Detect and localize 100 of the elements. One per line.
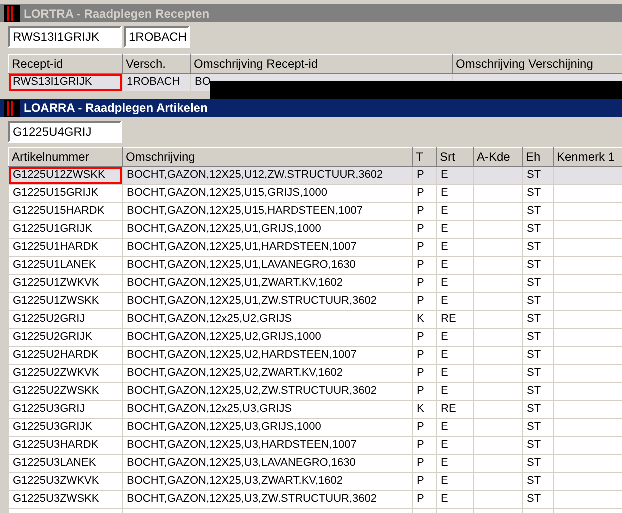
table-cell-text: G1225U2GRIJK [12,330,94,346]
table-cell-text: K [416,402,426,418]
table-row[interactable]: G1225U2GRIJ BOCHT,GAZON,12x25,U2,GRIJS K RE ST [8,310,622,328]
table-cell-text: G1225U2GRIJ [12,312,86,328]
column-header[interactable]: Versch. [122,54,190,74]
table-cell-text: BOCHT,GAZON,12X25,U12,ZW.STRUCTUUR,3602 [126,168,384,184]
table-row[interactable]: G1225U1ZWSKK BOCHT,GAZON,12X25,U1,ZW.STRUCTUUR,3602 P E ST [8,292,622,310]
window-title: LORTRA - Raadplegen Recepten [24,6,210,22]
table-cell-text: ST [526,420,542,436]
table-cell-text: ST [526,204,542,220]
table-cell-text: ST [526,330,542,346]
table-row[interactable]: G1225U3HARDK BOCHT,GAZON,12X25,U3,HARDSTEEN,1007 P E ST [8,436,622,454]
table-cell-text: RE [440,312,458,328]
table-cell-text: BOCHT,GAZON,12X25,U15,HARDSTEEN,1007 [126,204,364,220]
table-row[interactable]: G1225U2GRIJK BOCHT,GAZON,12X25,U2,GRIJS,1000 P E ST [8,328,622,346]
table-cell: RWS13I1GRIJK [10,74,122,90]
column-header[interactable]: Kenmerk 1 [554,148,622,166]
table-cell-text: ST [526,366,542,382]
table-row[interactable]: G1225U3GRIJK BOCHT,GAZON,12X25,U3,GRIJS,1000 P E ST [8,418,622,436]
table-row[interactable]: G1225U3GRIJ BOCHT,GAZON,12x25,U3,GRIJS K RE ST [8,400,622,418]
table-cell-text: ST [526,240,542,256]
table-cell-text: G1225U3GRIJK [12,420,94,436]
column-header[interactable]: Recept-id [8,54,122,74]
input-field[interactable]: 1ROBACH [124,26,190,48]
table-cell-text: ST [526,438,542,454]
table-row[interactable]: G1225U3ZWKVK BOCHT,GAZON,12X25,U3,ZWART.KV,1602 P E ST [8,472,622,490]
table-cell-text: G1225U3LANEK [12,456,98,472]
table-row[interactable]: G1225U1LANEK BOCHT,GAZON,12X25,U1,LAVANEGRO,1630 P E ST [8,256,622,274]
table-cell-text: E [440,384,450,400]
table-cell-text: G1225U1LANEK [12,258,98,274]
table-cell-text: BOCHT,GAZON,12X25,U1,LAVANEGRO,1630 [126,258,357,274]
table-cell-text: E [440,366,450,382]
table-cell-text: ST [526,312,542,328]
column-header[interactable]: Omschrijving [122,148,412,166]
table-cell-text: G1225U3ZWKVK [12,474,100,490]
table-cell-text: BOCHT,GAZON,12X25,U1,HARDSTEEN,1007 [126,240,358,256]
table-cell-text: ST [526,492,542,508]
table-cell-text: 1ROBACH [126,75,182,90]
table-cell-text: E [440,474,450,490]
table-row[interactable]: G1225U1HARDK BOCHT,GAZON,12X25,U1,HARDSTEEN,1007 P E ST [8,238,622,256]
table-cell-text: G1225U3ZWSKK [12,492,100,508]
table-cell-text: BOCHT,GAZON,12X25,U2,HARDSTEEN,1007 [126,348,358,364]
column-header[interactable]: T [412,148,436,166]
column-header[interactable]: Omschrijving Verschijning [452,54,622,74]
column-header[interactable]: Srt [436,148,474,166]
table-cell-text: BOCHT,GAZON,12X25,U3,GRIJS,1000 [126,420,322,436]
table-row[interactable]: G1225U2HARDK BOCHT,GAZON,12X25,U2,HARDSTEEN,1007 P E ST [8,346,622,364]
table-row[interactable]: G1225U1GRIJK BOCHT,GAZON,12X25,U1,GRIJS,1000 P E ST [8,220,622,238]
table-cell-text: BOCHT,GAZON,12X25,U2,ZWART.KV,1602 [126,366,344,382]
table-row[interactable]: G1225U3LANEK BOCHT,GAZON,12X25,U3,LAVANEGRO,1630 P E ST [8,454,622,472]
table-cell-text: E [440,348,450,364]
table-cell-text: BOCHT,GAZON,12X25,U1,ZW.STRUCTUUR,3602 [126,294,378,310]
table-cell-text: BOCHT,GAZON,12x25,U3,GRIJS [126,402,294,418]
table-row[interactable]: G1225U15GRIJK BOCHT,GAZON,12X25,U15,GRIJS,1000 P E ST [8,184,622,202]
table-cell-text: BOCHT,GAZON,12X25,U3,HARDSTEEN,1007 [126,438,358,454]
table-cell-text: BOCHT,GAZON,12X25,U2,GRIJS,1000 [126,330,322,346]
input-field[interactable]: RWS13I1GRIJK [8,26,122,48]
table-cell-text: E [440,330,450,346]
table-cell-text: ST [526,474,542,490]
app-icon [4,100,20,116]
table-cell-text: E [440,294,450,310]
table-cell-text: P [416,240,426,256]
table-row[interactable]: G1225U1ZWKVK BOCHT,GAZON,12X25,U1,ZWART.KV,1602 P E ST [8,274,622,292]
table-row[interactable]: G1225U3ZWSKK BOCHT,GAZON,12X25,U3,ZW.STRUCTUUR,3602 P E ST [8,490,622,508]
table-cell-text: BO [194,75,212,90]
table-row[interactable]: G1225U2ZWKVK BOCHT,GAZON,12X25,U2,ZWART.KV,1602 P E ST [8,364,622,382]
table-cell-text: E [440,240,450,256]
table-cell-text: G1225U1ZWKVK [12,276,100,292]
table-cell-text: G1225U3HARDK [12,438,100,454]
table-cell-text: ST [526,384,542,400]
table-cell-text: E [440,222,450,238]
table-cell-text: ST [526,348,542,364]
table-row[interactable]: G1225U12ZWSKK BOCHT,GAZON,12X25,U12,ZW.STRUCTUUR,3602 P E ST [8,166,622,184]
table-cell-text: P [416,348,426,364]
table-cell-text: ST [526,186,542,202]
app-icon [4,5,20,22]
table-cell-text: G1225U1HARDK [12,240,100,256]
table-cell-text: E [440,204,450,220]
table-row[interactable]: G1225U2ZWSKK BOCHT,GAZON,12X25,U2,ZW.STRUCTUUR,3602 P E ST [8,382,622,400]
input-field[interactable]: G1225U4GRIJ [8,121,122,143]
column-header[interactable]: Artikelnummer [8,148,122,166]
table-cell-text: P [416,186,426,202]
table-cell-text: P [416,492,426,508]
table-cell-text: P [416,276,426,292]
table-cell-text: BOCHT,GAZON,12X25,U2,ZW.STRUCTUUR,3602 [126,384,378,400]
table-cell-text: G1225U3GRIJ [12,402,86,418]
column-header[interactable]: A-Kde [474,148,522,166]
table-cell-text: G1225U15GRIJK [12,186,100,202]
table-cell-text: BOCHT,GAZON,12X25,U1,ZWART.KV,1602 [126,276,344,292]
column-header[interactable]: Eh [522,148,554,166]
table-cell-text: P [416,366,426,382]
table-cell-text: BOCHT,GAZON,12x25,U2,GRIJS [126,312,294,328]
table-cell: G1225U12ZWSKK [10,168,122,184]
table-cell-text: G1225U2HARDK [12,348,100,364]
column-header[interactable]: Omschrijving Recept-id [190,54,452,74]
table-row[interactable]: G1225U15HARDK BOCHT,GAZON,12X25,U15,HARDSTEEN,1007 P E ST [8,202,622,220]
table-cell-text: E [440,186,450,202]
table-cell-text: RE [440,402,458,418]
table-cell-text: ST [526,168,542,184]
table-cell-text: E [440,456,450,472]
